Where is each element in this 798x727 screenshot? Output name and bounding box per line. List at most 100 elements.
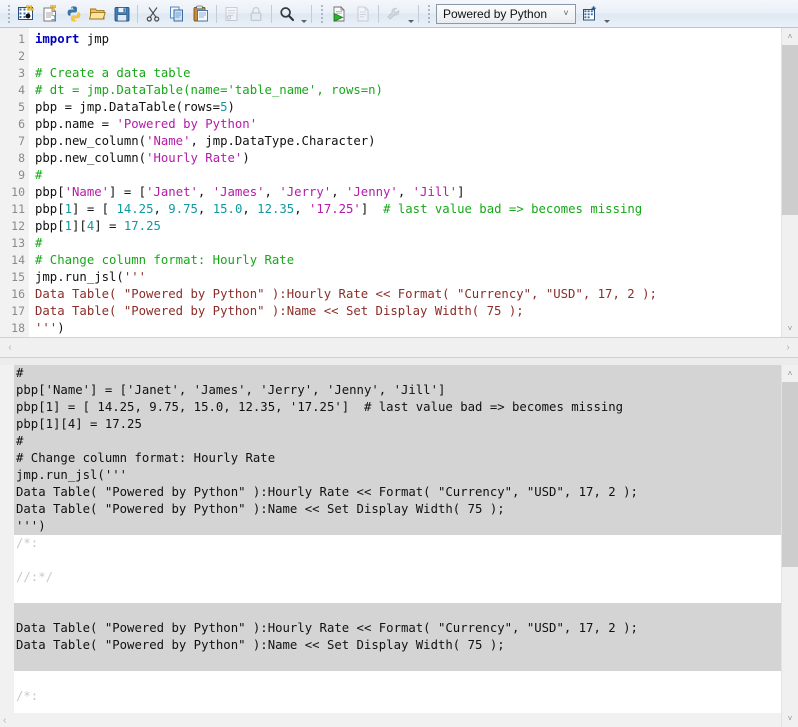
- main-toolbar: Powered by Python ˅: [0, 0, 798, 28]
- code-token-num: 12.35: [257, 202, 294, 216]
- namespace-combobox-value: Powered by Python: [443, 7, 547, 21]
- log-vertical-scrollbar[interactable]: ˄ ˅: [781, 365, 798, 727]
- toolbar-grip[interactable]: [318, 4, 325, 24]
- scroll-right-arrow-icon[interactable]: ›: [781, 342, 795, 353]
- editor-scroll-thumb[interactable]: [782, 45, 798, 215]
- editor-line-number: 8: [0, 150, 29, 167]
- search-button[interactable]: [275, 2, 299, 26]
- code-token-kw: import: [35, 32, 79, 46]
- code-token-str: 'Name': [65, 185, 109, 199]
- code-token-num: 17.25: [124, 219, 161, 233]
- code-token-tq: Data Table( "Powered by Python" ):Name <…: [35, 304, 524, 318]
- log-scroll-track[interactable]: [782, 382, 798, 710]
- editor-code-line: Data Table( "Powered by Python" ):Name <…: [35, 303, 781, 320]
- log-scroll-thumb[interactable]: [782, 382, 798, 567]
- code-token-plain: pbp = jmp.DataTable(rows=: [35, 100, 220, 114]
- code-token-num: 1: [65, 202, 72, 216]
- code-token-str: 'Jill': [413, 185, 457, 199]
- new-script-icon: [17, 5, 35, 23]
- lock-button: [244, 2, 268, 26]
- code-token-plain: ): [228, 100, 235, 114]
- code-token-str: 'Hourly Rate': [146, 151, 242, 165]
- new-data-table-icon: [581, 5, 599, 23]
- toolbar-separator: [137, 5, 138, 23]
- panel-splitter[interactable]: [0, 358, 798, 365]
- editor-code-line: jmp.run_jsl(''': [35, 269, 781, 286]
- search-overflow-chevron-down-icon[interactable]: [299, 2, 308, 26]
- save-button[interactable]: [110, 2, 134, 26]
- paste-button[interactable]: [189, 2, 213, 26]
- toolbar-grip[interactable]: [5, 4, 12, 24]
- cut-button[interactable]: [141, 2, 165, 26]
- editor-line-number: 12: [0, 218, 29, 235]
- code-token-plain: ,: [153, 202, 168, 216]
- python-code-editor[interactable]: 123456789101112131415161718 import jmp #…: [0, 28, 798, 338]
- log-line: Data Table( "Powered by Python" ):Hourly…: [14, 620, 781, 637]
- editor-horizontal-scrollbar[interactable]: ‹ ›: [0, 338, 798, 358]
- open-button[interactable]: [86, 2, 110, 26]
- log-panel[interactable]: #pbp['Name'] = ['Janet', 'James', 'Jerry…: [0, 365, 798, 727]
- new-script-button[interactable]: [14, 2, 38, 26]
- copy-button[interactable]: [165, 2, 189, 26]
- code-token-com: # dt = jmp.DataTable(name='table_name', …: [35, 83, 383, 97]
- code-token-plain: ]: [457, 185, 464, 199]
- scroll-down-arrow-icon[interactable]: ˅: [782, 320, 798, 337]
- code-token-plain: pbp.name =: [35, 117, 116, 131]
- namespace-combobox[interactable]: Powered by Python ˅: [436, 4, 576, 24]
- run-script-green-arrow-icon: [330, 5, 348, 23]
- lock-icon: [247, 5, 265, 23]
- log-content[interactable]: #pbp['Name'] = ['Janet', 'James', 'Jerry…: [14, 365, 781, 727]
- run-overflow-chevron-down-icon[interactable]: [406, 2, 415, 26]
- run-script-button[interactable]: [327, 2, 351, 26]
- scroll-up-arrow-icon[interactable]: ˄: [782, 28, 798, 45]
- chevron-down-icon[interactable]: ˅: [559, 9, 573, 18]
- new-python-script-button[interactable]: [38, 2, 62, 26]
- log-line: /*:: [14, 535, 781, 552]
- new-python-script-icon: [41, 5, 59, 23]
- editor-line-number: 3: [0, 65, 29, 82]
- editor-code-line: pbp['Name'] = ['Janet', 'James', 'Jerry'…: [35, 184, 781, 201]
- editor-scroll-track[interactable]: [782, 45, 798, 320]
- python-logo-icon: [65, 5, 83, 23]
- log-line: pbp[1] = [ 14.25, 9.75, 15.0, 12.35, '17…: [14, 399, 781, 416]
- toolbar-grip[interactable]: [425, 4, 432, 24]
- log-line: [14, 654, 781, 671]
- scroll-left-arrow-icon[interactable]: ‹: [3, 715, 6, 726]
- new-data-table-button[interactable]: [578, 2, 602, 26]
- code-token-plain: pbp[: [35, 185, 65, 199]
- code-token-plain: jmp: [79, 32, 109, 46]
- scroll-down-arrow-icon[interactable]: ˅: [782, 710, 798, 727]
- python-button[interactable]: [62, 2, 86, 26]
- reformat-icon: [223, 5, 241, 23]
- search-magnifier-icon: [278, 5, 296, 23]
- editor-vertical-scrollbar[interactable]: ˄ ˅: [781, 28, 798, 337]
- code-token-str: '17.25': [309, 202, 361, 216]
- log-horizontal-scrollbar[interactable]: ‹: [0, 713, 781, 727]
- editor-line-number: 15: [0, 269, 29, 286]
- scroll-up-arrow-icon[interactable]: ˄: [782, 365, 798, 382]
- editor-code-line: #: [35, 235, 781, 252]
- namespace-overflow-chevron-down-icon[interactable]: [602, 2, 611, 26]
- editor-code-line: Data Table( "Powered by Python" ):Hourly…: [35, 286, 781, 303]
- editor-line-number: 4: [0, 82, 29, 99]
- editor-code-line: import jmp: [35, 31, 781, 48]
- editor-code-line: [35, 48, 781, 65]
- log-line: pbp[1][4] = 17.25: [14, 416, 781, 433]
- code-token-plain: jmp.run_jsl(: [35, 270, 124, 284]
- toolbar-separator: [271, 5, 272, 23]
- editor-code-line: pbp.new_column('Hourly Rate'): [35, 150, 781, 167]
- code-token-plain: ][: [72, 219, 87, 233]
- editor-line-number: 17: [0, 303, 29, 320]
- scroll-left-arrow-icon[interactable]: ‹: [3, 342, 17, 353]
- log-line: [14, 671, 781, 688]
- log-line: [14, 552, 781, 569]
- code-token-plain: , jmp.DataType.Character): [190, 134, 375, 148]
- log-line: '''): [14, 518, 781, 535]
- document-button: [351, 2, 375, 26]
- code-token-num: 15.0: [213, 202, 243, 216]
- code-token-plain: ,: [242, 202, 257, 216]
- code-token-plain: ,: [294, 202, 309, 216]
- log-line: # Change column format: Hourly Rate: [14, 450, 781, 467]
- editor-line-number: 10: [0, 184, 29, 201]
- editor-code-area[interactable]: import jmp # Create a data table# dt = j…: [29, 28, 781, 337]
